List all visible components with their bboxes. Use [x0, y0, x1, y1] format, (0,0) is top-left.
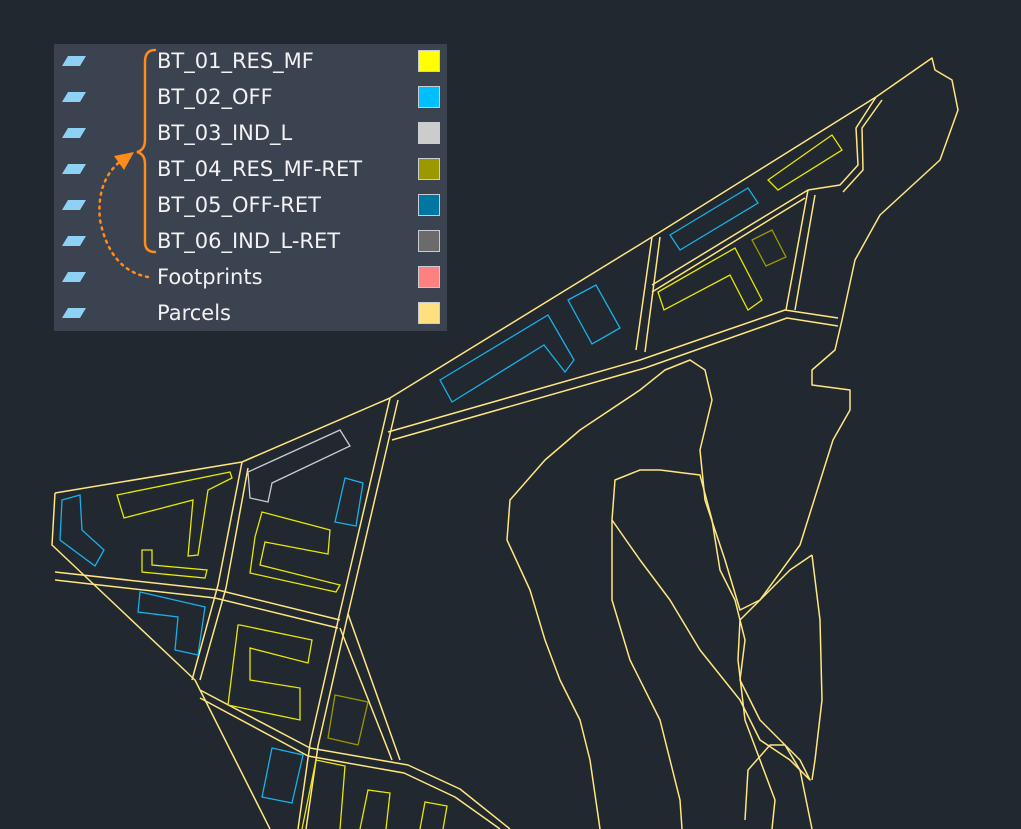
layer-name: Parcels: [157, 301, 232, 325]
layer-color-swatch[interactable]: [418, 194, 440, 216]
layer-icon: [62, 56, 86, 66]
layer-icon: [62, 164, 86, 174]
layer-legend-panel: BT_01_RES_MF BT_02_OFF BT_03_IND_L BT_04…: [54, 44, 447, 331]
footprint-res-mf: [359, 789, 391, 829]
layer-row-bt02[interactable]: BT_02_OFF: [54, 82, 447, 112]
layer-icon: [62, 272, 86, 282]
footprint-off: [334, 477, 364, 527]
parcel-outline-west: [51, 492, 271, 829]
layer-name: BT_06_IND_L-RET: [157, 229, 341, 253]
layer-row-bt06[interactable]: BT_06_IND_L-RET: [54, 226, 447, 256]
footprint-ind-l: [247, 429, 351, 503]
layer-row-bt04[interactable]: BT_04_RES_MF-RET: [54, 154, 447, 184]
layer-icon: [62, 308, 86, 318]
parcel-inner-1: [611, 469, 811, 781]
layer-icon: [62, 92, 86, 102]
road-a: [191, 461, 249, 681]
layer-color-swatch[interactable]: [418, 302, 440, 324]
layer-row-bt05[interactable]: BT_05_OFF-RET: [54, 190, 447, 220]
road-g: [651, 189, 809, 293]
layer-row-parcels[interactable]: Parcels: [54, 298, 447, 328]
layer-color-swatch[interactable]: [418, 158, 440, 180]
layer-name: BT_04_RES_MF-RET: [157, 157, 363, 181]
footprint-off: [439, 314, 575, 403]
layer-color-swatch[interactable]: [418, 50, 440, 72]
footprint-res-mf-ret: [751, 229, 787, 267]
footprint-res-mf: [227, 624, 313, 721]
road-h: [785, 189, 816, 311]
parcel-inner-4: [744, 744, 813, 829]
layer-row-footprints[interactable]: Footprints: [54, 262, 447, 292]
layer-row-bt01[interactable]: BT_01_RES_MF: [54, 46, 447, 76]
layer-color-swatch[interactable]: [418, 230, 440, 252]
layer-name: Footprints: [157, 265, 263, 289]
layer-color-swatch[interactable]: [418, 266, 440, 288]
parcel-inner-2: [611, 520, 683, 829]
footprint-res-mf: [419, 801, 448, 829]
footprint-off: [137, 591, 206, 656]
footprint-res-mf: [766, 134, 843, 191]
parcel-inner-3: [737, 554, 823, 829]
road-i: [339, 613, 401, 761]
road-c: [54, 571, 341, 629]
footprint-off: [567, 284, 621, 345]
layer-name: BT_05_OFF-RET: [157, 193, 321, 217]
footprint-res-mf: [301, 759, 346, 829]
layer-color-swatch[interactable]: [418, 122, 440, 144]
footprint-res-mf: [249, 511, 341, 593]
footprint-off: [59, 494, 105, 567]
layer-name: BT_01_RES_MF: [157, 49, 314, 73]
layer-icon: [62, 128, 86, 138]
footprint-res-mf-ret: [327, 694, 369, 746]
layer-icon: [62, 200, 86, 210]
road-f: [635, 236, 661, 353]
footprint-res-mf: [141, 549, 208, 579]
layer-name: BT_03_IND_L: [157, 121, 293, 145]
layer-row-bt03[interactable]: BT_03_IND_L: [54, 118, 447, 148]
footprint-res-mf: [116, 471, 233, 557]
road-d: [199, 689, 511, 829]
footprint-off: [669, 187, 759, 251]
layer-name: BT_02_OFF: [157, 85, 273, 109]
road-e: [387, 309, 839, 441]
footprint-off: [261, 747, 304, 804]
layer-icon: [62, 236, 86, 246]
layer-color-swatch[interactable]: [418, 86, 440, 108]
